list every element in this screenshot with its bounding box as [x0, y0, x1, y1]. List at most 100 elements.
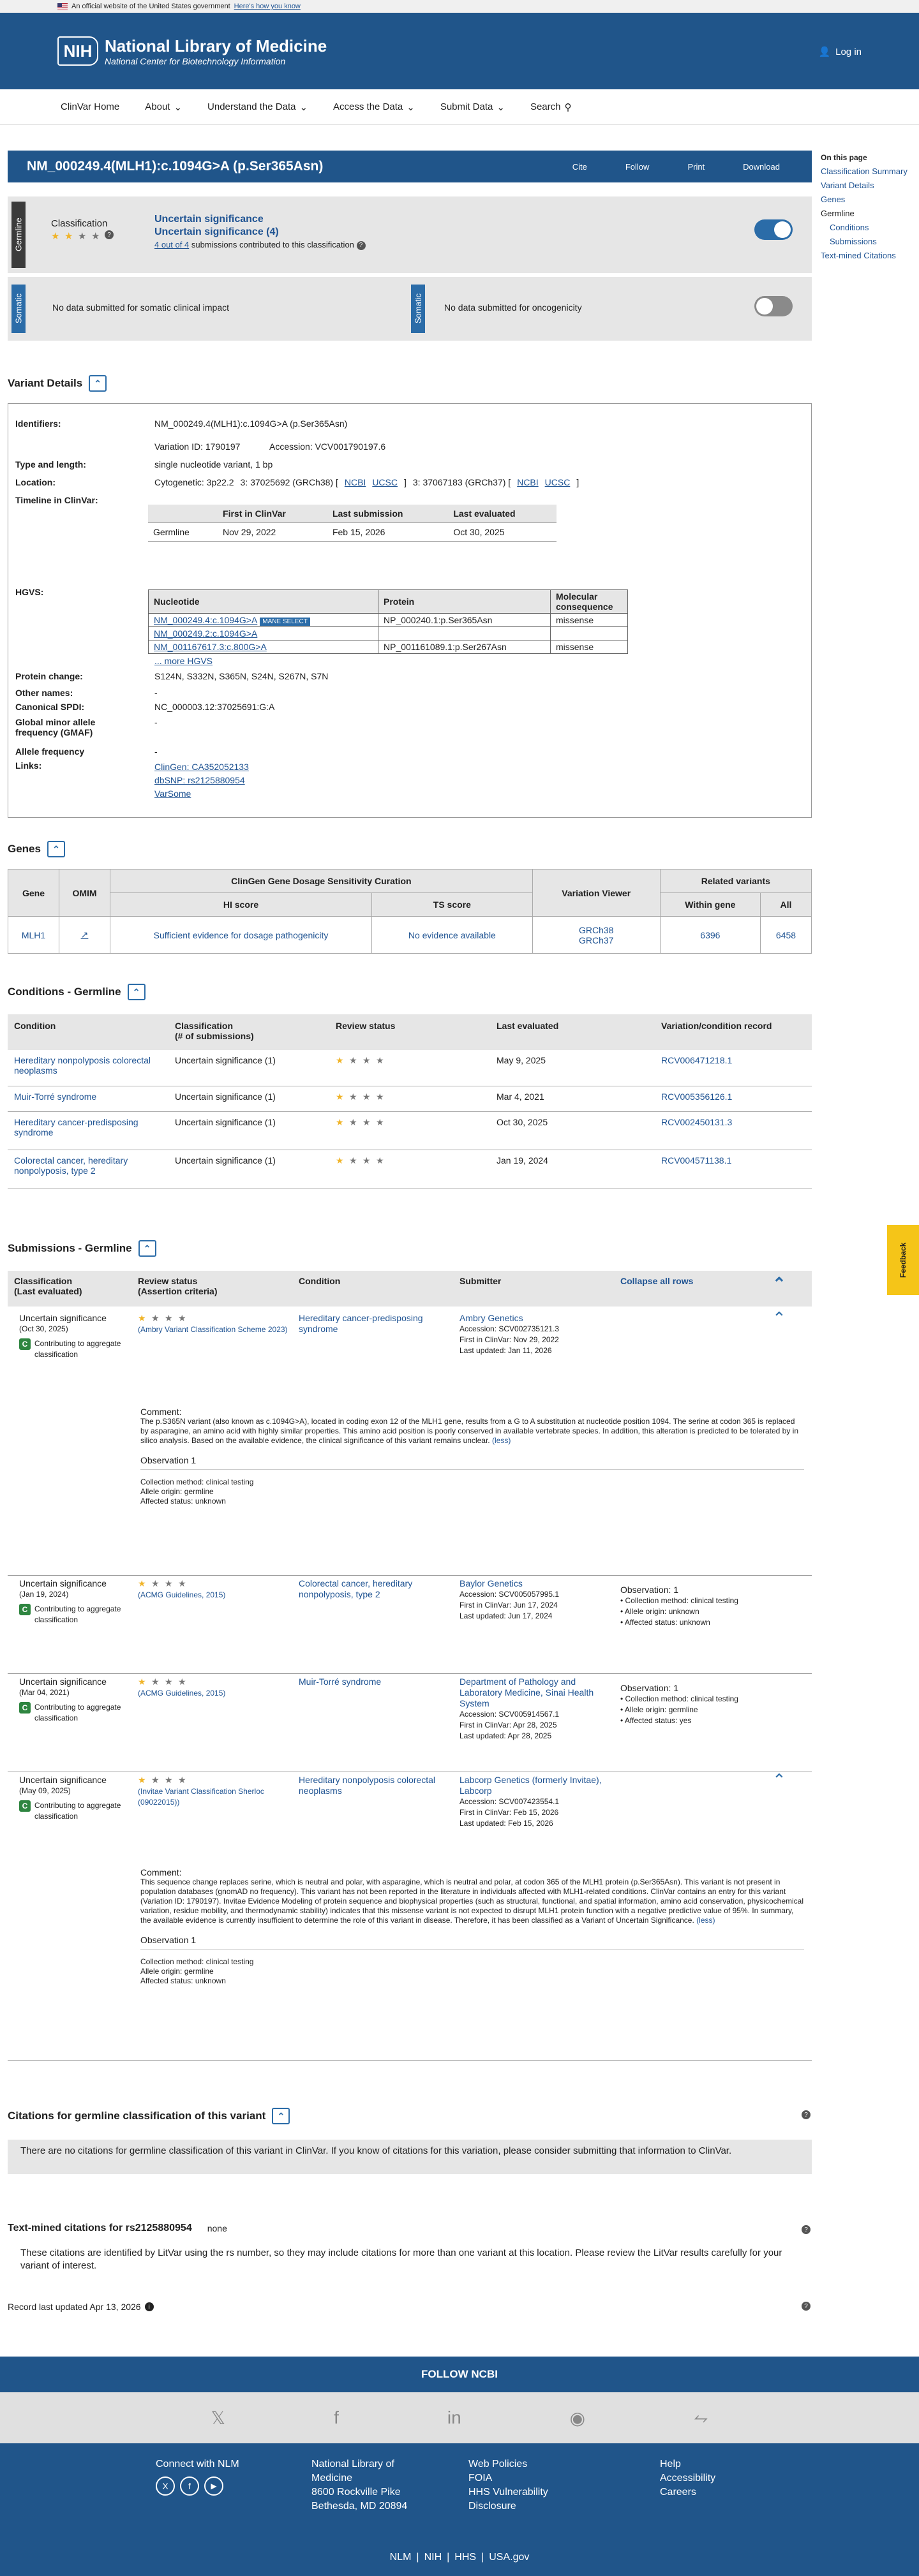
submitter-link[interactable]: Labcorp Genetics (formerly Invitae), Lab…: [459, 1775, 613, 1796]
gov-banner-text: An official website of the United States…: [71, 3, 230, 10]
collapse-all-button[interactable]: Collapse all rows: [620, 1276, 693, 1286]
rcv-link[interactable]: RCV006471218.1: [661, 1055, 732, 1065]
germline-toggle[interactable]: [754, 219, 793, 240]
within-gene-link[interactable]: 6396: [700, 930, 720, 940]
chevron-up-icon[interactable]: ⌃: [772, 1772, 786, 1788]
foia-link[interactable]: FOIA: [468, 2471, 548, 2485]
nlm-title[interactable]: National Library of Medicine: [105, 36, 327, 56]
facebook-icon[interactable]: f: [334, 2408, 339, 2428]
condition-link[interactable]: Hereditary nonpolyposis colorectal neopl…: [14, 1055, 151, 1076]
x-twitter-icon[interactable]: 𝕏: [211, 2408, 226, 2429]
collapse-chevron-icon[interactable]: ⌃: [272, 2108, 290, 2124]
conditions-table: Condition Classification (# of submissio…: [8, 1014, 812, 1188]
rcv-link[interactable]: RCV005356126.1: [661, 1092, 732, 1102]
nav-clinvar-home[interactable]: ClinVar Home: [61, 101, 119, 112]
print-button[interactable]: Print: [687, 162, 705, 172]
collapse-chevron-icon[interactable]: ⌃: [127, 984, 146, 1000]
dbsnp-link[interactable]: dbSNP: rs2125880954: [154, 774, 249, 787]
otp-classification-summary[interactable]: Classification Summary: [821, 165, 908, 179]
condition-link[interactable]: Hereditary cancer-predisposing syndrome: [299, 1313, 423, 1334]
clingen-link[interactable]: ClinGen: CA352052133: [154, 760, 249, 774]
help-icon[interactable]: ?: [802, 2224, 811, 2235]
chevron-up-icon[interactable]: ⌃: [772, 1310, 786, 1326]
rss-icon[interactable]: ⥊: [694, 2408, 708, 2429]
variant-title-bar: NM_000249.4(MLH1):c.1094G>A (p.Ser365Asn…: [8, 151, 812, 182]
nlm-link[interactable]: NLM: [390, 2552, 412, 2563]
accessibility-link[interactable]: Accessibility: [660, 2471, 715, 2485]
condition-link[interactable]: Colorectal cancer, hereditary nonpolypos…: [14, 1155, 128, 1176]
assertion-criteria-link[interactable]: (ACMG Guidelines, 2015): [138, 1689, 225, 1698]
assertion-criteria-link[interactable]: (Invitae Variant Classification Sherloc …: [138, 1787, 264, 1807]
ucsc-link[interactable]: UCSC: [372, 477, 398, 487]
youtube-icon[interactable]: ▶: [204, 2476, 223, 2496]
help-icon[interactable]: ?: [802, 2109, 811, 2120]
otp-genes[interactable]: Genes: [821, 193, 908, 207]
submitter-link[interactable]: Ambry Genetics: [459, 1313, 613, 1324]
somatic-toggle[interactable]: [754, 296, 793, 316]
nav-submit[interactable]: Submit Data ⌄: [440, 101, 505, 113]
review-stars: ★ ★ ★ ★: [138, 1677, 186, 1687]
nav-understand[interactable]: Understand the Data ⌄: [207, 101, 308, 113]
grch37-viewer-link[interactable]: GRCh37: [538, 935, 655, 945]
grch38-viewer-link[interactable]: GRCh38: [538, 925, 655, 935]
follow-ncbi: FOLLOW NCBI: [0, 2357, 919, 2392]
hhs-link[interactable]: HHS: [454, 2552, 476, 2563]
collapse-chevron-icon[interactable]: ⌃: [47, 841, 65, 857]
ncbi-link[interactable]: NCBI: [345, 477, 366, 487]
condition-link[interactable]: Colorectal cancer, hereditary nonpolypos…: [299, 1578, 412, 1599]
otp-germline: Germline: [821, 209, 855, 218]
collapse-chevron-icon[interactable]: ⌃: [89, 375, 107, 392]
external-link-icon[interactable]: ↗: [81, 929, 89, 940]
otp-variant-details[interactable]: Variant Details: [821, 179, 908, 193]
help-link[interactable]: Help: [660, 2457, 715, 2471]
all-variants-link[interactable]: 6458: [776, 930, 796, 940]
varsome-link[interactable]: VarSome: [154, 787, 249, 801]
login-button[interactable]: 👤 Log in: [818, 46, 862, 58]
otp-conditions[interactable]: Conditions: [821, 221, 908, 235]
rcv-link[interactable]: RCV004571138.1: [661, 1155, 731, 1166]
rcv-link[interactable]: RCV002450131.3: [661, 1117, 732, 1127]
x-twitter-icon[interactable]: X: [156, 2476, 175, 2496]
facebook-icon[interactable]: f: [180, 2476, 199, 2496]
ts-score-link[interactable]: No evidence available: [408, 930, 496, 940]
feedback-button[interactable]: Feedback: [887, 1225, 919, 1295]
heres-how-link[interactable]: Here's how you know: [234, 3, 301, 10]
nav-about[interactable]: About ⌄: [145, 101, 182, 113]
gene-link[interactable]: MLH1: [22, 930, 45, 940]
submitter-link[interactable]: Baylor Genetics: [459, 1578, 613, 1589]
condition-link[interactable]: Muir-Torré syndrome: [14, 1092, 96, 1102]
ucsc-link[interactable]: UCSC: [545, 477, 571, 487]
condition-link[interactable]: Muir-Torré syndrome: [299, 1677, 381, 1687]
hi-score-link[interactable]: Sufficient evidence for dosage pathogeni…: [154, 930, 329, 940]
nih-link[interactable]: NIH: [424, 2552, 442, 2563]
usagov-link[interactable]: USA.gov: [489, 2552, 529, 2563]
careers-link[interactable]: Careers: [660, 2485, 715, 2499]
follow-button[interactable]: Follow: [625, 162, 650, 172]
review-stars: ★ ★ ★ ★ ?: [51, 230, 114, 242]
submitter-link[interactable]: Department of Pathology and Laboratory M…: [459, 1677, 613, 1709]
less-link[interactable]: (less): [696, 1916, 715, 1925]
hhs-vulnerability-link[interactable]: HHS Vulnerability: [468, 2485, 548, 2499]
download-button[interactable]: Download: [743, 162, 780, 172]
otp-submissions[interactable]: Submissions: [821, 235, 908, 249]
less-link[interactable]: (less): [492, 1436, 511, 1445]
condition-link[interactable]: Hereditary cancer-predisposing syndrome: [14, 1117, 138, 1137]
nav-search[interactable]: Search ⚲: [530, 101, 572, 113]
citations-heading: Citations for germline classification of…: [8, 2108, 290, 2124]
otp-text-mined[interactable]: Text-mined Citations: [821, 249, 908, 263]
collapse-chevron-icon[interactable]: ⌃: [138, 1240, 156, 1257]
chevron-up-icon[interactable]: ⌃: [772, 1275, 786, 1292]
github-icon[interactable]: ◉: [570, 2408, 585, 2429]
condition-link[interactable]: Hereditary nonpolyposis colorectal neopl…: [299, 1775, 435, 1796]
help-icon[interactable]: ?: [802, 2300, 811, 2311]
linkedin-icon[interactable]: in: [447, 2408, 461, 2428]
assertion-criteria-link[interactable]: (Ambry Variant Classification Scheme 202…: [138, 1325, 288, 1334]
nav-access[interactable]: Access the Data ⌄: [333, 101, 415, 113]
ncbi-link[interactable]: NCBI: [517, 477, 538, 487]
nih-logo[interactable]: NIH: [57, 36, 98, 66]
cite-button[interactable]: Cite: [572, 162, 587, 172]
assertion-criteria-link[interactable]: (ACMG Guidelines, 2015): [138, 1590, 225, 1599]
help-icon[interactable]: ?: [356, 241, 366, 250]
help-icon[interactable]: ?: [105, 230, 114, 239]
web-policies-link[interactable]: Web Policies: [468, 2457, 548, 2471]
